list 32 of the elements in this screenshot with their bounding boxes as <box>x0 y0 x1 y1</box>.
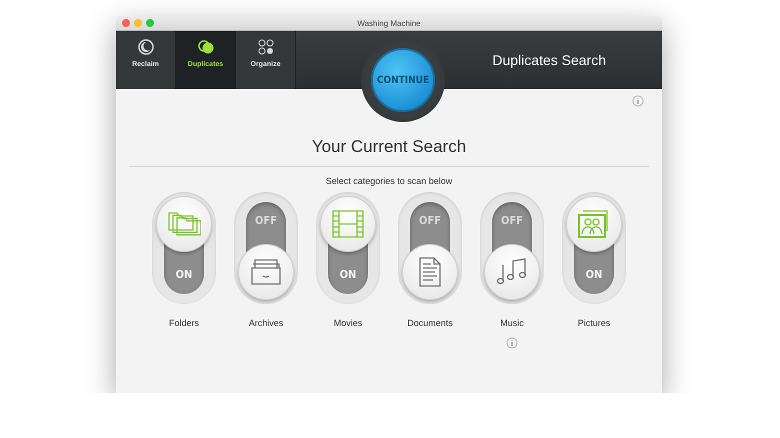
info-icon[interactable] <box>506 337 518 349</box>
section-title: Duplicates Search <box>492 52 606 68</box>
toggle-knob[interactable] <box>566 196 622 252</box>
continue-button[interactable]: CONTINUE <box>371 48 435 112</box>
window-title: Washing Machine <box>357 18 421 28</box>
music-notes-icon <box>495 257 529 287</box>
category-label: Movies <box>334 318 362 328</box>
switch-state-label: OFF <box>254 214 278 227</box>
switch-state-label: ON <box>584 268 604 281</box>
switch-state-label: OFF <box>500 214 524 227</box>
overlapping-circles-icon <box>196 39 214 55</box>
switch-state-label: ON <box>174 268 194 281</box>
toggle-knob[interactable] <box>402 244 458 300</box>
toggle-knob[interactable] <box>484 244 540 300</box>
info-icon[interactable] <box>632 95 644 107</box>
category-label: Folders <box>168 318 199 328</box>
switch-state-label: ON <box>338 268 358 281</box>
toggle-knob[interactable] <box>320 196 376 252</box>
heading: Your Current Search <box>312 137 466 157</box>
switch-state-label: OFF <box>418 214 442 227</box>
category-label: Archives <box>248 318 284 328</box>
toggle-knob[interactable] <box>238 244 294 300</box>
category-label: Documents <box>407 318 453 328</box>
four-circles-icon <box>258 39 274 55</box>
moon-icon <box>138 39 154 55</box>
subheading: Select categories to scan below <box>326 176 452 186</box>
toggle-knob[interactable] <box>156 196 212 252</box>
drawer-icon <box>249 258 283 286</box>
film-strip-icon <box>331 209 365 239</box>
category-label: Pictures <box>578 318 610 328</box>
close-button[interactable] <box>122 19 130 27</box>
category-label: Music <box>500 318 524 328</box>
